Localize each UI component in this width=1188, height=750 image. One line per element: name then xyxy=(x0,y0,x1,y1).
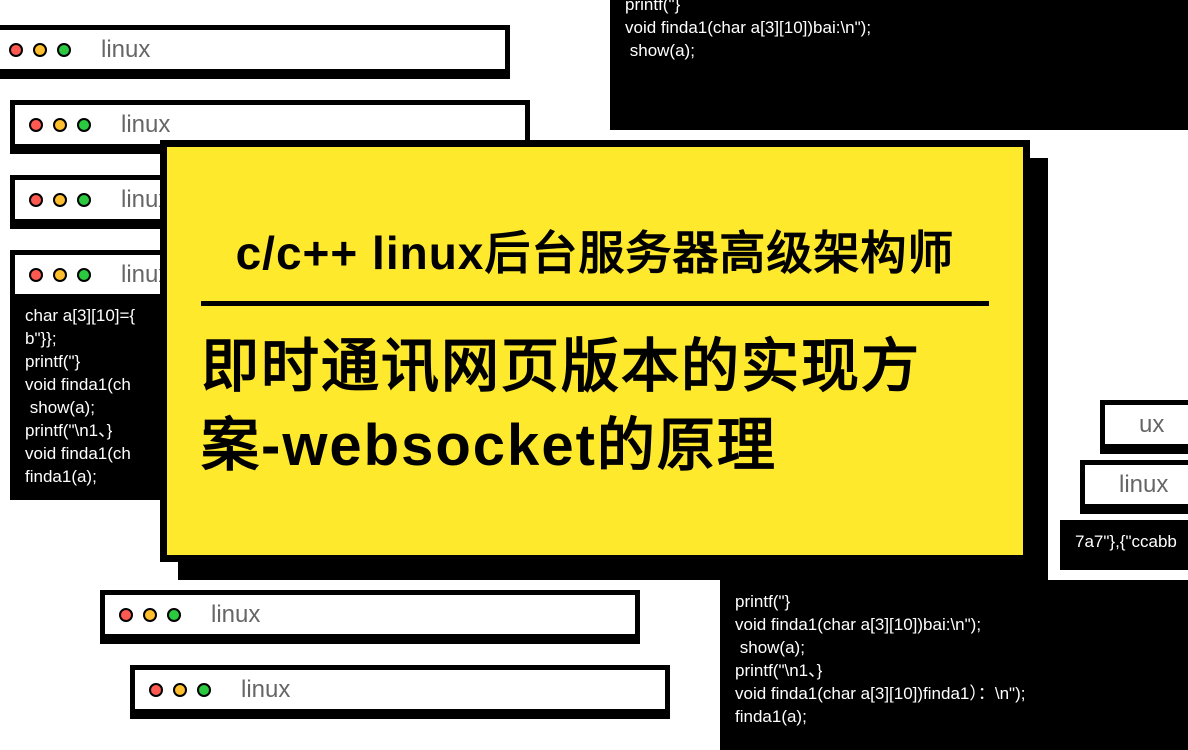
terminal-title: linux xyxy=(101,36,150,64)
minimize-dot-icon xyxy=(53,268,67,282)
close-dot-icon xyxy=(9,43,23,57)
terminal-fragment-3: 7a7"},{"ccabb xyxy=(1060,520,1188,570)
terminal-header: linux xyxy=(105,595,635,639)
terminal-window-5: linux xyxy=(100,590,640,644)
terminal-header: linux xyxy=(1085,465,1188,509)
title-card: c/c++ linux后台服务器高级架构师 即时通讯网页版本的实现方案-webs… xyxy=(160,140,1030,562)
minimize-dot-icon xyxy=(53,118,67,132)
minimize-dot-icon xyxy=(33,43,47,57)
minimize-dot-icon xyxy=(173,683,187,697)
maximize-dot-icon xyxy=(167,608,181,622)
terminal-title: linux xyxy=(121,111,170,139)
code-block: printf("} void finda1(char a[3][10])bai:… xyxy=(725,585,1188,745)
terminal-header: linux xyxy=(0,30,505,74)
terminal-window-6: linux xyxy=(130,665,670,719)
terminal-title: linux xyxy=(241,676,290,704)
terminal-fragment-2: linux xyxy=(1080,460,1188,514)
card-main: c/c++ linux后台服务器高级架构师 即时通讯网页版本的实现方案-webs… xyxy=(160,140,1030,562)
code-block: 7a7"},{"ccabb xyxy=(1065,525,1188,565)
maximize-dot-icon xyxy=(77,118,91,132)
terminal-title: linux xyxy=(211,601,260,629)
card-title: c/c++ linux后台服务器高级架构师 xyxy=(201,217,989,283)
close-dot-icon xyxy=(119,608,133,622)
terminal-title: ux xyxy=(1139,411,1164,439)
card-divider xyxy=(201,301,989,306)
close-dot-icon xyxy=(29,118,43,132)
terminal-header: ux xyxy=(1105,405,1188,449)
terminal-window-1: linux xyxy=(0,25,510,79)
maximize-dot-icon xyxy=(197,683,211,697)
card-subtitle: 即时通讯网页版本的实现方案-websocket的原理 xyxy=(201,328,989,485)
maximize-dot-icon xyxy=(77,193,91,207)
terminal-header: linux xyxy=(135,670,665,714)
maximize-dot-icon xyxy=(77,268,91,282)
close-dot-icon xyxy=(29,193,43,207)
terminal-bottom-code: printf("} void finda1(char a[3][10])bai:… xyxy=(720,580,1188,750)
close-dot-icon xyxy=(149,683,163,697)
terminal-title: linux xyxy=(1119,471,1168,499)
maximize-dot-icon xyxy=(57,43,71,57)
code-block: char a[3][10]={{"gehajl"},{"788a987a7"},… xyxy=(615,0,1185,125)
close-dot-icon xyxy=(29,268,43,282)
terminal-top-code: char a[3][10]={{"gehajl"},{"788a987a7"},… xyxy=(610,0,1188,130)
minimize-dot-icon xyxy=(53,193,67,207)
terminal-fragment-1: ux xyxy=(1100,400,1188,454)
minimize-dot-icon xyxy=(143,608,157,622)
